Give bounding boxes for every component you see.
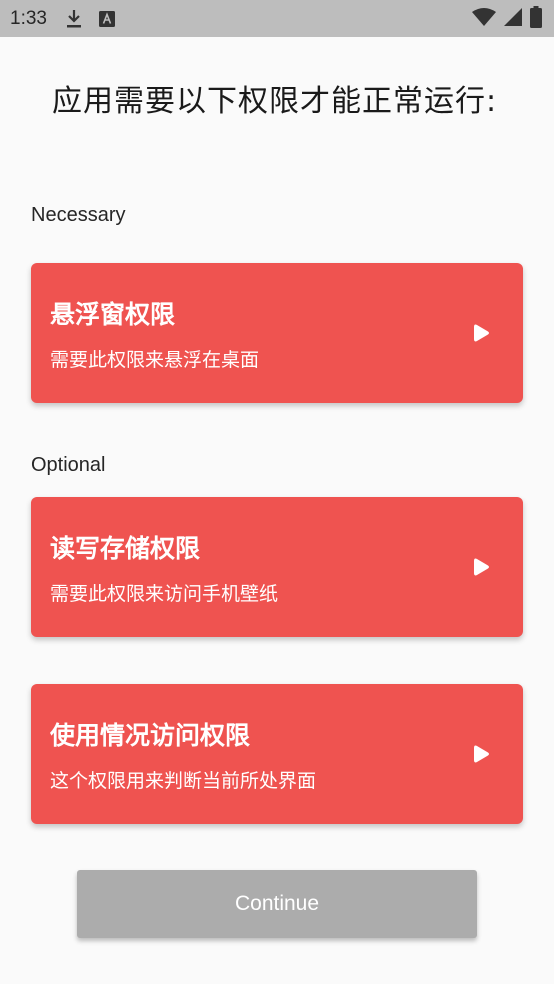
wifi-icon: [472, 7, 496, 31]
section-label-optional: Optional: [31, 454, 106, 476]
play-arrow-icon: [473, 323, 491, 343]
status-right-group: [472, 5, 542, 32]
page-title: 应用需要以下权限才能正常运行:: [52, 84, 498, 119]
permission-card-usage-access[interactable]: 使用情况访问权限 这个权限用来判断当前所处界面: [31, 684, 523, 824]
permission-card-overlay[interactable]: 悬浮窗权限 需要此权限来悬浮在桌面: [31, 263, 523, 403]
download-icon: [65, 9, 83, 29]
status-time: 1:33: [10, 7, 47, 29]
permission-title: 使用情况访问权限: [50, 721, 251, 750]
signal-icon: [504, 7, 522, 31]
play-arrow-icon: [473, 557, 491, 577]
permission-description: 需要此权限来访问手机壁纸: [50, 583, 279, 605]
permission-title: 读写存储权限: [50, 534, 201, 563]
battery-icon: [530, 5, 542, 32]
permission-description: 需要此权限来悬浮在桌面: [50, 349, 260, 371]
section-label-necessary: Necessary: [31, 204, 126, 226]
continue-button[interactable]: Continue: [77, 870, 477, 938]
keyboard-a-icon: [98, 10, 115, 27]
permission-card-storage[interactable]: 读写存储权限 需要此权限来访问手机壁纸: [31, 497, 523, 637]
play-arrow-icon: [473, 744, 491, 764]
permission-title: 悬浮窗权限: [50, 300, 176, 329]
status-bar: 1:33: [0, 0, 554, 37]
permission-description: 这个权限用来判断当前所处界面: [50, 770, 317, 792]
